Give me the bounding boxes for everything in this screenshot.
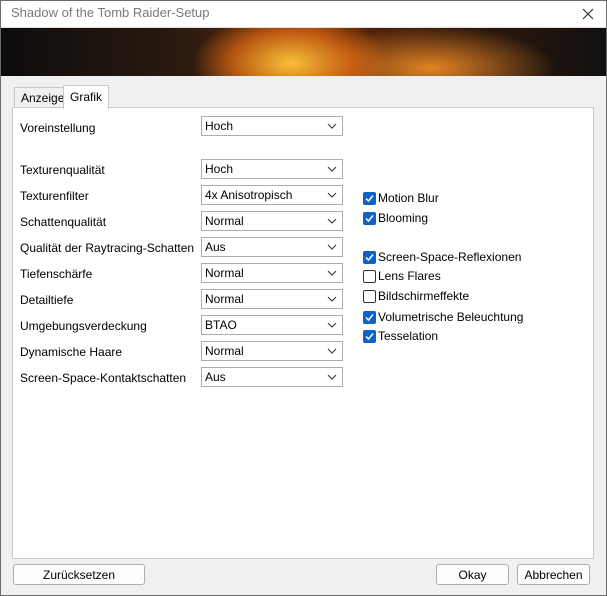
close-button[interactable] xyxy=(570,1,606,27)
contact-shadows-dropdown[interactable]: Aus xyxy=(201,367,343,387)
chevron-down-icon xyxy=(327,244,337,250)
check-icon xyxy=(365,254,374,262)
level-of-detail-dropdown[interactable]: Normal xyxy=(201,289,343,309)
chevron-down-icon xyxy=(327,348,337,354)
depth-of-field-dropdown[interactable]: Normal xyxy=(201,263,343,283)
chevron-down-icon xyxy=(327,374,337,380)
chevron-down-icon xyxy=(327,123,337,129)
raytracing-shadows-label: Qualität der Raytracing-Schatten xyxy=(20,241,195,255)
dropdown-value: 4x Anisotropisch xyxy=(205,188,293,202)
dropdown-value: BTAO xyxy=(205,318,237,332)
check-icon xyxy=(365,195,374,203)
ambient-occlusion-dropdown[interactable]: BTAO xyxy=(201,315,343,335)
preset-dropdown[interactable]: Hoch xyxy=(201,116,343,136)
ambient-occlusion-label: Umgebungsverdeckung xyxy=(20,319,147,333)
checkbox-box xyxy=(363,251,376,264)
checkbox-box xyxy=(363,212,376,225)
check-icon xyxy=(365,333,374,341)
texture-quality-label: Texturenqualität xyxy=(20,163,105,177)
tab-label: Anzeige xyxy=(21,91,65,105)
texture-quality-dropdown[interactable]: Hoch xyxy=(201,159,343,179)
dropdown-value: Hoch xyxy=(205,119,234,133)
chevron-down-icon xyxy=(327,166,337,172)
checkbox-box xyxy=(363,311,376,324)
shadow-quality-dropdown[interactable]: Normal xyxy=(201,211,343,231)
raytracing-shadows-dropdown[interactable]: Aus xyxy=(201,237,343,257)
preset-label: Voreinstellung xyxy=(20,121,96,135)
tab-label: Grafik xyxy=(70,90,103,104)
texture-filter-dropdown[interactable]: 4x Anisotropisch xyxy=(201,185,343,205)
checkbox-label: Bildschirmeffekte xyxy=(378,289,470,303)
chevron-down-icon xyxy=(327,192,337,198)
checkbox-box xyxy=(363,290,376,303)
check-icon xyxy=(365,314,374,322)
tab-grafik[interactable]: Grafik xyxy=(63,85,110,109)
chevron-down-icon xyxy=(327,218,337,224)
reset-button[interactable]: Zurücksetzen xyxy=(13,564,145,585)
checkbox-label: Screen-Space-Reflexionen xyxy=(378,250,522,264)
dropdown-value: Normal xyxy=(205,292,244,306)
setup-window: Shadow of the Tomb Raider-Setup Anzeige … xyxy=(0,0,607,596)
cancel-button[interactable]: Abbrechen xyxy=(517,564,590,585)
checkbox-box xyxy=(363,192,376,205)
chevron-down-icon xyxy=(327,322,337,328)
level-of-detail-label: Detailtiefe xyxy=(20,293,74,307)
checkbox-box xyxy=(363,330,376,343)
header-banner-image xyxy=(1,28,606,76)
texture-filter-label: Texturenfilter xyxy=(20,189,89,203)
check-icon xyxy=(365,215,374,223)
checkbox-box xyxy=(363,270,376,283)
chevron-down-icon xyxy=(327,270,337,276)
contact-shadows-label: Screen-Space-Kontaktschatten xyxy=(20,371,187,385)
depth-of-field-label: Tiefenschärfe xyxy=(20,267,93,281)
dropdown-value: Aus xyxy=(205,370,226,384)
dropdown-value: Normal xyxy=(205,214,244,228)
window-title: Shadow of the Tomb Raider-Setup xyxy=(11,5,210,20)
dynamic-hair-label: Dynamische Haare xyxy=(20,345,123,359)
close-icon xyxy=(582,8,594,20)
ok-button[interactable]: Okay xyxy=(436,564,509,585)
dropdown-value: Normal xyxy=(205,344,244,358)
checkbox-label: Motion Blur xyxy=(378,191,439,205)
title-bar: Shadow of the Tomb Raider-Setup xyxy=(1,1,606,28)
checkbox-label: Tesselation xyxy=(378,329,439,343)
dropdown-value: Hoch xyxy=(205,162,234,176)
dynamic-hair-dropdown[interactable]: Normal xyxy=(201,341,343,361)
dropdown-value: Aus xyxy=(205,240,226,254)
checkbox-label: Lens Flares xyxy=(378,269,441,283)
dropdown-value: Normal xyxy=(205,266,244,280)
chevron-down-icon xyxy=(327,296,337,302)
checkbox-label: Volumetrische Beleuchtung xyxy=(378,310,524,324)
shadow-quality-label: Schattenqualität xyxy=(20,215,107,229)
checkbox-label: Blooming xyxy=(378,211,429,225)
